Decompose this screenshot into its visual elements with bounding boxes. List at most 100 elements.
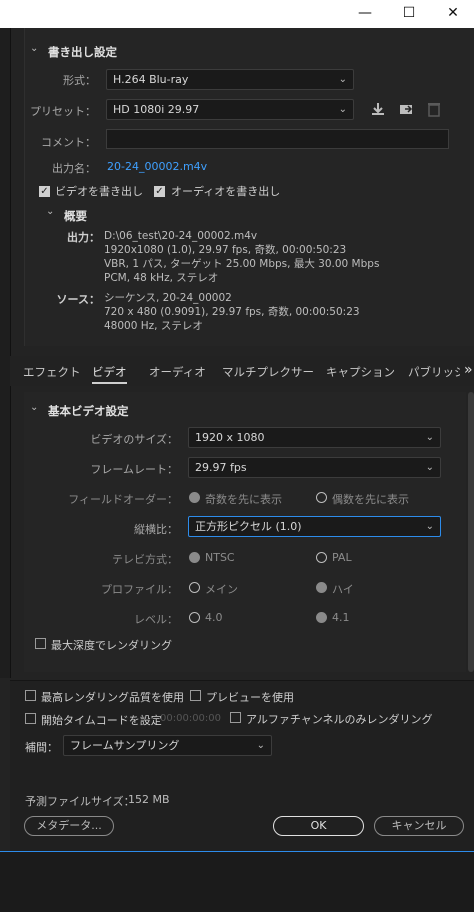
start-timecode-checkbox[interactable] [25,713,36,727]
save-preset-icon[interactable] [370,101,386,120]
chevron-down-icon: ⌄ [338,104,347,115]
tab-publish[interactable]: パブリッシュ [408,364,460,382]
tv-ntsc-radio[interactable] [189,552,200,566]
cancel-button[interactable]: キャンセル [374,816,464,836]
export-video-label: ビデオを書き出し [55,185,143,198]
tab-multiplexer[interactable]: マルチプレクサー [222,364,314,382]
export-video-checkbox[interactable]: ✓ [39,184,50,197]
summary-title: 概要 [64,209,87,223]
level-41-label: 4.1 [332,611,350,624]
source-line: 720 x 480 (0.9091), 29.97 fps, 奇数, 00:00… [104,306,360,318]
delete-preset-icon[interactable] [427,101,441,120]
export-settings-title: 書き出し設定 [48,45,117,59]
output-summary: D:\06_test\20-24_00002.m4v 1920x1080 (1.… [104,229,379,285]
chevron-down-icon: ⌄ [256,740,265,751]
tab-effects[interactable]: エフェクト [23,364,81,382]
max-depth-checkbox[interactable] [35,638,46,652]
maximize-button[interactable]: ☐ [386,0,432,28]
start-timecode-label: 開始タイムコードを設定 [41,714,162,727]
max-quality-label: 最高レンダリング品質を使用 [41,691,184,704]
minimize-button[interactable]: — [342,0,388,28]
profile-main-label: メイン [205,583,238,596]
format-label: 形式： [63,74,96,87]
alpha-only-checkbox[interactable] [230,712,241,726]
output-name-label: 出力名： [52,162,96,175]
preset-label: プリセット： [30,105,96,118]
profile-high-label: ハイ [332,583,354,596]
tabs-more-icon[interactable]: » [464,362,473,378]
tv-pal-radio[interactable] [316,552,327,566]
chevron-down-icon: ⌄ [425,432,434,443]
file-size-label: 予測ファイルサイズ： [25,795,135,808]
max-quality-checkbox[interactable] [25,690,36,704]
collapse-chevron-icon[interactable]: ⌄ [30,43,38,54]
chevron-down-icon: ⌄ [425,521,434,532]
basic-video-title: 基本ビデオ設定 [48,404,129,418]
format-value: H.264 Blu-ray [113,73,189,86]
preset-select[interactable]: HD 1080i 29.97 ⌄ [106,99,354,120]
profile-high-radio[interactable] [316,582,327,596]
field-order-even-label: 偶数を先に表示 [332,493,409,506]
interpolation-value: フレームサンプリング [70,739,180,752]
video-size-label: ビデオのサイズ： [90,433,178,446]
output-summary-label: 出力： [67,231,100,244]
output-name-link[interactable]: 20-24_00002.m4v [107,160,207,173]
aspect-select[interactable]: 正方形ピクセル (1.0) ⌄ [188,516,441,537]
profile-main-radio[interactable] [189,582,200,596]
field-order-even-radio[interactable] [316,492,327,506]
tab-audio[interactable]: オーディオ [149,364,206,382]
video-size-value: 1920 x 1080 [195,431,265,444]
output-line: D:\06_test\20-24_00002.m4v [104,230,258,242]
tab-captions[interactable]: キャプション [326,364,395,382]
source-line: 48000 Hz, ステレオ [104,320,203,332]
left-strip [0,28,11,678]
format-select[interactable]: H.264 Blu-ray ⌄ [106,69,354,90]
chevron-down-icon: ⌄ [338,74,347,85]
framerate-value: 29.97 fps [195,461,247,474]
field-order-odd-radio[interactable] [189,492,200,506]
level-40-radio[interactable] [189,612,200,626]
tv-pal-label: PAL [332,551,352,564]
profile-label: プロファイル： [101,583,178,596]
metadata-button[interactable]: メタデータ... [24,816,114,836]
source-summary: シーケンス, 20-24_00002 720 x 480 (0.9091), 2… [104,291,360,333]
output-line: VBR, 1 パス, ターゲット 25.00 Mbps, 最大 30.00 Mb… [104,258,380,270]
alpha-only-label: アルファチャンネルのみレンダリング [246,713,433,726]
summary-chevron-icon[interactable]: ⌄ [46,206,54,217]
comment-label: コメント： [41,136,96,149]
field-order-odd-label: 奇数を先に表示 [205,493,282,506]
use-preview-checkbox[interactable] [190,690,201,704]
level-40-label: 4.0 [205,611,223,624]
video-scrollbar[interactable] [468,392,474,672]
chevron-down-icon: ⌄ [425,462,434,473]
tv-ntsc-label: NTSC [205,551,235,564]
interpolation-label: 補間： [25,741,58,754]
file-size-value: 152 MB [128,793,170,806]
footer-area [0,852,474,912]
aspect-label: 縦横比： [134,523,178,536]
export-audio-label: オーディオを書き出し [171,185,281,198]
comment-input[interactable] [106,129,449,149]
framerate-label: フレームレート： [90,463,178,476]
source-line: シーケンス, 20-24_00002 [104,292,232,304]
output-line: 1920x1080 (1.0), 29.97 fps, 奇数, 00:00:50… [104,244,347,256]
export-audio-checkbox[interactable]: ✓ [154,184,165,197]
tab-video[interactable]: ビデオ [92,364,127,384]
source-summary-label: ソース： [56,293,100,306]
level-41-radio[interactable] [316,612,327,626]
close-button[interactable]: ✕ [430,0,474,28]
aspect-value: 正方形ピクセル (1.0) [195,520,302,533]
ok-button[interactable]: OK [273,816,364,836]
interpolation-select[interactable]: フレームサンプリング ⌄ [63,735,272,756]
collapse-chevron-icon[interactable]: ⌄ [30,402,38,413]
start-timecode-value[interactable]: 00:00:00:00 [160,713,221,724]
import-preset-icon[interactable] [398,101,414,120]
preset-value: HD 1080i 29.97 [113,103,200,116]
max-depth-label: 最大深度でレンダリング [51,639,172,652]
tv-standard-label: テレビ方式： [112,553,178,566]
framerate-select[interactable]: 29.97 fps ⌄ [188,457,441,478]
use-preview-label: プレビューを使用 [206,691,294,704]
level-label: レベル： [134,613,178,626]
video-size-select[interactable]: 1920 x 1080 ⌄ [188,427,441,448]
output-line: PCM, 48 kHz, ステレオ [104,272,219,284]
